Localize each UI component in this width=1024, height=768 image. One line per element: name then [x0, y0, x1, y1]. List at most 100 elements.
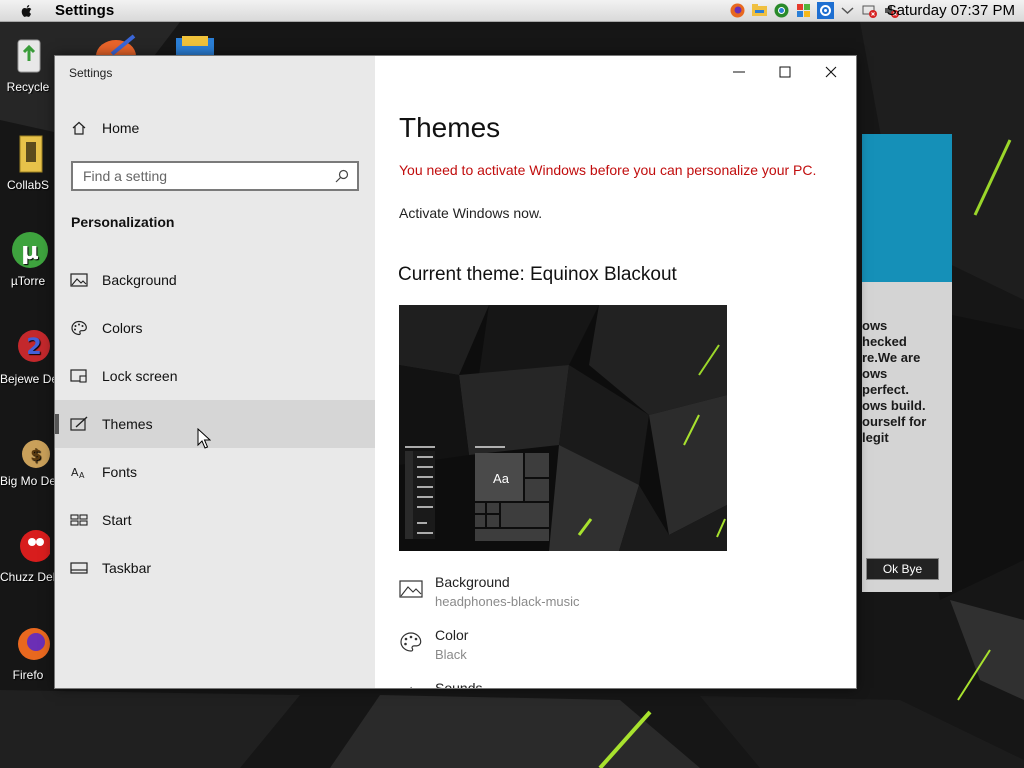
chevron-down-icon[interactable]: [839, 2, 856, 19]
desktop-icon-big-money[interactable]: $ Big Mo Delux: [0, 428, 56, 488]
svg-text:µ: µ: [21, 237, 39, 265]
network-error-icon[interactable]: [861, 2, 878, 19]
desktop-icon-firefox[interactable]: Firefo: [0, 622, 56, 682]
folder-tray-icon[interactable]: [751, 2, 768, 19]
picture-icon: [70, 273, 88, 287]
desktop-icon-label: Chuzz Delux: [0, 570, 56, 584]
menu-bar: Settings Saturday 07:37 PM: [0, 0, 1024, 22]
paint-icon: [96, 34, 136, 58]
property-value: Black: [435, 647, 467, 662]
theme-preview[interactable]: Aa: [399, 305, 727, 551]
search-input[interactable]: [73, 168, 323, 184]
desktop-icon-collab[interactable]: CollabS: [0, 132, 56, 192]
gear-tray-icon[interactable]: [817, 2, 834, 19]
sidebar-item-label: Themes: [102, 416, 153, 432]
close-button[interactable]: [808, 56, 854, 88]
taskbar-icon: [70, 562, 88, 574]
home-icon: [72, 121, 86, 135]
theme-sounds-setting[interactable]: Sounds: [399, 680, 482, 688]
lock-screen-icon: [70, 369, 87, 383]
dialog-message: ows hecked re.We are ows perfect. ows bu…: [862, 318, 927, 445]
desktop-icon-label: µTorre: [10, 274, 46, 288]
minimize-button[interactable]: [716, 56, 762, 88]
settings-window: Settings Home Personalization Background…: [55, 56, 856, 688]
firefox-tray-icon[interactable]: [729, 2, 746, 19]
apple-icon[interactable]: [19, 3, 35, 19]
svg-text:$: $: [30, 445, 41, 464]
mouse-cursor-icon: [197, 428, 211, 449]
sidebar-item-taskbar[interactable]: Taskbar: [55, 544, 375, 592]
current-theme-heading: Current theme: Equinox Blackout: [398, 264, 677, 285]
theme-preview-image: [399, 305, 727, 551]
desktop-icon-label: Big Mo Delux: [0, 474, 56, 488]
bejeweled-icon: 2: [18, 330, 50, 362]
chuzzle-icon: [20, 530, 50, 562]
property-name: Color: [435, 627, 469, 643]
utorrent-icon: µ: [12, 232, 48, 268]
sidebar-item-label: Start: [102, 512, 132, 528]
svg-text:2: 2: [26, 335, 41, 360]
desktop-icon-bejeweled[interactable]: 2 Bejewe Delux: [0, 326, 56, 386]
desktop-icon-recycle-bin[interactable]: Recycle: [0, 34, 56, 94]
maximize-button[interactable]: [762, 56, 808, 88]
dialog-banner: [862, 134, 952, 282]
page-title: Themes: [399, 112, 501, 143]
explorer-icon: [176, 36, 214, 58]
svg-text:A: A: [71, 466, 79, 479]
property-name: Sounds: [435, 680, 483, 688]
brush-icon: [70, 416, 88, 431]
desktop-icon-label: Bejewe Delux: [0, 372, 56, 386]
settings-sidebar: Settings Home Personalization Background…: [55, 56, 375, 688]
sidebar-item-label: Taskbar: [102, 560, 152, 576]
system-tray: [729, 2, 900, 19]
sidebar-item-themes[interactable]: Themes: [55, 400, 375, 448]
home-nav-item[interactable]: Home: [71, 120, 139, 136]
themes-content: Themes You need to activate Windows befo…: [375, 56, 856, 688]
sidebar-item-colors[interactable]: Colors: [55, 304, 375, 352]
theme-background-setting[interactable]: Background headphones-black-music: [399, 574, 580, 609]
sidebar-item-start[interactable]: Start: [55, 496, 375, 544]
background-dialog: ows hecked re.We are ows perfect. ows bu…: [862, 134, 952, 592]
sidebar-item-label: Fonts: [102, 464, 138, 480]
money-bag-icon: $: [22, 440, 50, 468]
desktop-icon-label: Firefo: [12, 668, 44, 682]
folder-icon: [19, 135, 43, 173]
maximize-icon: [779, 66, 791, 78]
property-name: Background: [435, 574, 510, 590]
sidebar-item-label: Background: [102, 272, 177, 288]
sidebar-item-fonts[interactable]: AA Fonts: [55, 448, 375, 496]
svg-text:A: A: [79, 471, 85, 480]
windows-tray-icon[interactable]: [795, 2, 812, 19]
desktop-icon-label: CollabS: [6, 178, 50, 192]
preview-sample-text: Aa: [493, 471, 509, 486]
search-box[interactable]: [71, 161, 359, 191]
ok-bye-button[interactable]: Ok Bye: [866, 558, 939, 580]
activation-warning: You need to activate Windows before you …: [399, 162, 817, 178]
personalization-nav: Background Colors Lock screen Themes AA …: [55, 256, 375, 592]
palette-icon: [400, 632, 422, 652]
home-label: Home: [102, 120, 140, 136]
window-title: Settings: [69, 66, 113, 80]
picture-icon: [399, 580, 423, 598]
sidebar-item-background[interactable]: Background: [55, 256, 375, 304]
desktop-icon-label: Recycle: [6, 80, 50, 94]
close-icon: [825, 66, 837, 78]
sidebar-item-label: Colors: [102, 320, 143, 336]
active-app-name[interactable]: Settings: [55, 2, 114, 19]
minimize-icon: [733, 71, 745, 73]
desktop-icon-utorrent[interactable]: µ µTorre: [0, 228, 56, 288]
section-title: Personalization: [71, 214, 175, 230]
chrome-tray-icon[interactable]: [773, 2, 790, 19]
theme-color-setting[interactable]: Color Black: [399, 627, 468, 662]
property-value: headphones-black-music: [435, 594, 580, 609]
sidebar-item-label: Lock screen: [102, 368, 178, 384]
recycle-bin-icon: [17, 39, 41, 73]
activate-windows-link[interactable]: Activate Windows now.: [399, 205, 542, 221]
search-icon[interactable]: [335, 169, 349, 183]
palette-icon: [71, 320, 87, 336]
sidebar-item-lock-screen[interactable]: Lock screen: [55, 352, 375, 400]
sound-icon: [410, 686, 412, 688]
desktop-icon-chuzzle[interactable]: Chuzz Delux: [0, 524, 56, 584]
start-icon: [70, 514, 88, 526]
menu-bar-clock[interactable]: Saturday 07:37 PM: [887, 2, 1015, 19]
